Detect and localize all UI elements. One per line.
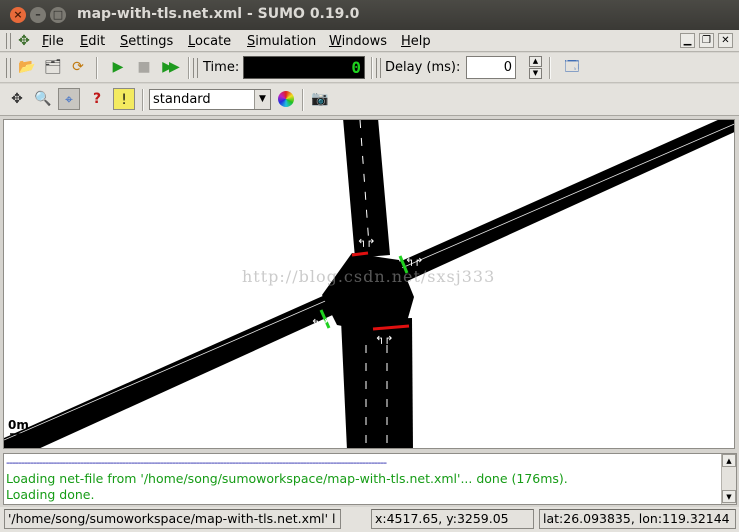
stop-icon[interactable]: ■ — [133, 56, 155, 78]
window-maximize-button[interactable]: □ — [50, 7, 66, 23]
mdi-restore-button[interactable]: ❐ — [699, 33, 714, 48]
junction — [322, 253, 414, 332]
log-separator: ----------------------------------------… — [6, 456, 387, 469]
delay-label: Delay (ms): — [385, 60, 461, 75]
view-toolbar: ✥ 🔍 ⌖ ? ! standard ▼ 📷 — [0, 84, 739, 116]
menu-simulation[interactable]: Simulation — [247, 34, 316, 49]
toolbar-grip[interactable] — [193, 58, 198, 78]
locate-cursor-icon[interactable]: ⌖ — [58, 88, 80, 110]
menu-file-label: File — [42, 34, 64, 49]
mdi-close-button[interactable]: ✕ — [718, 33, 733, 48]
app-icon[interactable]: ✥ — [15, 33, 33, 49]
lane-arrow: ↰↱ — [311, 317, 329, 330]
delay-spin-up-button[interactable]: ▲ — [529, 56, 542, 67]
toolbar-separator — [96, 57, 98, 79]
delay-spin-down-button[interactable]: ▼ — [529, 68, 542, 79]
status-bar: '/home/song/sumoworkspace/map-with-tls.n… — [0, 507, 739, 532]
open-folder-icon[interactable]: 📂 — [16, 56, 38, 78]
menu-file[interactable]: File — [42, 34, 64, 49]
tooltip-toggle-icon[interactable]: ! — [113, 88, 135, 110]
menu-edit[interactable]: Edit — [80, 34, 105, 49]
menubar-grip[interactable] — [6, 33, 11, 49]
menu-windows[interactable]: Windows — [329, 34, 387, 49]
new-view-icon[interactable]: 🗔 — [561, 56, 583, 78]
time-value: 0 — [351, 58, 361, 77]
chevron-down-icon[interactable]: ▼ — [254, 90, 270, 109]
reload-icon[interactable]: ⟳ — [67, 56, 89, 78]
menu-bar: ✥ File Edit Settings Locate Simulation W… — [0, 30, 739, 52]
mdi-minimize-button[interactable]: ▁ — [680, 33, 695, 48]
menu-windows-label: Windows — [329, 34, 388, 49]
scale-label: 0m — [8, 418, 29, 432]
watermark-text: http://blog.csdn.net/sxsj333 — [242, 267, 496, 286]
window-close-button[interactable]: × — [10, 7, 26, 23]
scroll-up-button[interactable]: ▲ — [722, 454, 736, 467]
single-step-icon[interactable]: ▶▶ — [158, 56, 180, 78]
menu-settings-label: Settings — [120, 34, 174, 49]
lane-arrow: ↰↱ — [375, 334, 393, 347]
screenshot-camera-icon[interactable]: 📷 — [309, 88, 331, 110]
time-label: Time: — [203, 60, 240, 75]
run-play-icon[interactable]: ▶ — [107, 56, 129, 78]
recenter-view-icon[interactable]: ✥ — [6, 88, 28, 110]
log-line: Loading net-file from '/home/song/sumowo… — [6, 471, 568, 486]
menu-edit-label: Edit — [80, 34, 106, 49]
menu-help-label: Help — [401, 34, 431, 49]
window-title: map-with-tls.net.xml - SUMO 0.19.0 — [77, 6, 360, 22]
lane-arrow: ↰↱ — [357, 237, 375, 250]
log-line: Loading done. — [6, 487, 95, 502]
simulation-toolbar: 📂 🗂 ⟳ ▶ ■ ▶▶ Time: 0 Delay (ms): ▲ ▼ 🗔 — [0, 53, 739, 83]
toolbar-separator — [371, 57, 373, 79]
log-scrollbar[interactable]: ▲ ▼ — [721, 454, 736, 504]
window-minimize-button[interactable]: – — [30, 7, 46, 23]
zoom-magnifier-icon[interactable]: 🔍 — [32, 88, 54, 110]
toolbar-separator — [302, 89, 304, 111]
menu-locate[interactable]: Locate — [188, 34, 231, 49]
status-cursor-xy: x:4517.65, y:3259.05 — [371, 509, 534, 529]
window-titlebar: × – □ map-with-tls.net.xml - SUMO 0.19.0 — [0, 0, 739, 30]
status-file-path: '/home/song/sumoworkspace/map-with-tls.n… — [4, 509, 341, 529]
color-wheel-icon[interactable] — [275, 88, 297, 110]
delay-input[interactable] — [466, 56, 516, 79]
toolbar-separator — [142, 89, 144, 111]
time-display: 0 — [243, 56, 365, 79]
network-view-canvas[interactable]: ↰↱ ↰↱ ↰↱ ↰↱ 0m http://blog.csdn.net/sxsj… — [3, 119, 735, 449]
traffic-light-red — [351, 251, 369, 257]
toolbar-grip[interactable] — [376, 58, 381, 78]
toolbar-separator — [188, 57, 190, 79]
scroll-down-button[interactable]: ▼ — [722, 490, 736, 503]
menu-settings[interactable]: Settings — [120, 34, 173, 49]
visualization-scheme-select[interactable]: standard ▼ — [149, 89, 271, 110]
menu-simulation-label: Simulation — [247, 34, 317, 49]
help-cursor-icon[interactable]: ? — [86, 88, 108, 110]
scheme-value: standard — [153, 92, 211, 107]
menu-help[interactable]: Help — [401, 34, 431, 49]
message-log[interactable]: ----------------------------------------… — [3, 453, 737, 505]
toolbar-grip[interactable] — [6, 58, 11, 78]
menu-locate-label: Locate — [188, 34, 232, 49]
toolbar-separator — [549, 57, 551, 79]
open-network-icon[interactable]: 🗂 — [42, 56, 64, 78]
status-cursor-latlon: lat:26.093835, lon:119.32144 — [539, 509, 736, 529]
